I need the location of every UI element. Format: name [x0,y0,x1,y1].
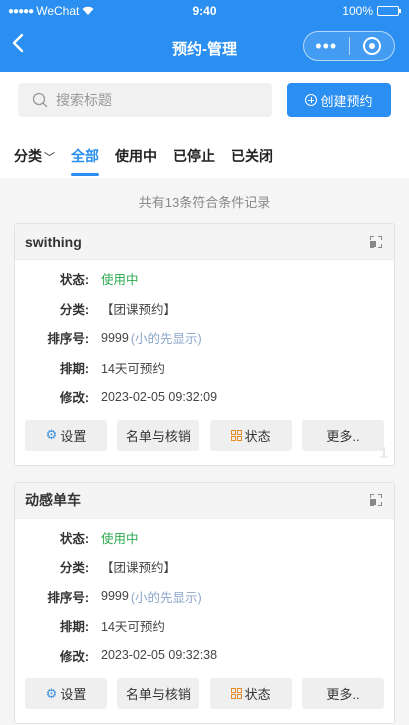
category-value: 【团课预约】 [101,561,177,576]
search-row: 创建预约 [18,82,391,118]
grid-icon [230,429,242,441]
battery-icon [377,6,401,16]
status-label: 状态: [59,273,89,288]
target-icon [362,37,381,55]
status-row: 状态: 使用中 [15,523,394,553]
tab-category-label: 分类 [14,148,42,164]
status-label: 状态: [59,531,89,546]
mini-program-capsule: ••• [303,31,395,61]
status-row: 状态: 使用中 [15,264,394,294]
category-row: 分类: 【团课预约】 [15,552,394,582]
create-button-label: 创建预约 [320,93,373,109]
more-button[interactable]: 更多.. [301,678,384,709]
reservation-card: 动感单车 状态: 使用中 分类: 【团课预约】 排序号: 9999 (小的先显示… [14,481,395,724]
modified-row: 修改: 2023-02-05 09:32:09 [15,382,394,412]
card-title: 动感单车 [25,492,81,508]
sort-value: 9999 [101,589,129,604]
ellipsis-icon: ••• [315,36,338,56]
sort-label: 排序号: [47,590,89,605]
card-info: 状态: 使用中 分类: 【团课预约】 排序号: 9999 (小的先显示) 排期:… [15,519,394,673]
status-bar: ●●●●● WeChat 9:40 100% [0,0,409,22]
schedule-row: 排期: 14天可预约 [15,353,394,383]
scan-icon[interactable] [370,494,382,506]
tab-closed[interactable]: 已关闭 [231,146,273,178]
category-row: 分类: 【团课预约】 [15,294,394,324]
top-area: 创建预约 分类﹀ 全部 使用中 已停止 已关闭 [0,72,409,178]
sort-value: 9999 [101,330,129,345]
gear-icon: ⚙ [45,685,58,701]
sort-hint: (小的先显示) [130,332,202,347]
modified-label: 修改: [59,649,89,664]
schedule-label: 排期: [59,361,89,376]
status-button[interactable]: 状态 [209,678,292,709]
search-input[interactable] [56,92,236,108]
modified-value: 2023-02-05 09:32:09 [101,389,218,404]
nav-bar: 预约-管理 ••• [0,22,409,72]
more-button[interactable]: 更多.. [301,419,384,451]
card-actions: ⚙ 设置 名单与核销 状态 更多.. [15,414,394,465]
settings-label: 设置 [60,687,87,702]
reservation-card: swithing 状态: 使用中 分类: 【团课预约】 排序号: 9999 (小… [14,223,395,466]
modified-row: 修改: 2023-02-05 09:32:38 [15,641,394,671]
sort-row: 排序号: 9999 (小的先显示) [15,323,394,353]
status-button-label: 状态 [244,687,271,702]
sort-label: 排序号: [47,332,89,347]
card-header: 动感单车 [15,482,394,519]
card-actions: ⚙ 设置 名单与核销 状态 更多.. [15,672,394,723]
status-value: 使用中 [101,273,139,288]
card-index: 1 [379,444,388,462]
schedule-label: 排期: [59,620,89,635]
sort-row: 排序号: 9999 (小的先显示) [15,582,394,612]
schedule-value: 14天可预约 [101,361,165,376]
more-menu-button[interactable]: ••• [304,37,349,55]
search-box[interactable] [18,83,272,117]
close-mini-program-button[interactable] [350,37,395,55]
tab-in-use[interactable]: 使用中 [115,146,157,178]
card-info: 状态: 使用中 分类: 【团课预约】 排序号: 9999 (小的先显示) 排期:… [15,260,394,414]
tab-stopped[interactable]: 已停止 [173,146,215,178]
sort-hint: (小的先显示) [130,590,202,605]
record-count: 共有13条符合条件记录 [138,195,271,210]
modified-value: 2023-02-05 09:32:38 [101,648,218,663]
category-label: 分类: [59,561,89,576]
list-verify-button[interactable]: 名单与核销 [117,419,200,451]
chevron-down-icon: ﹀ [44,152,55,164]
card-title: swithing [25,233,82,250]
status-button-label: 状态 [244,428,271,444]
grid-icon [230,688,242,699]
category-value: 【团课预约】 [101,302,177,317]
status-button[interactable]: 状态 [209,419,292,451]
settings-button[interactable]: ⚙ 设置 [25,678,107,709]
create-reservation-button[interactable]: 创建预约 [287,83,391,117]
modified-label: 修改: [59,391,89,406]
category-label: 分类: [59,302,89,317]
battery-percent: 100% [342,4,373,18]
tab-category[interactable]: 分类 ﹀ [14,146,55,178]
list-verify-button[interactable]: 名单与核销 [117,678,200,709]
filter-tabs: 分类 ﹀ 全部 使用中 已停止 已关闭 [14,118,391,178]
reservation-list: 共有13条符合条件记录 swithing 状态: 使用中 分类: 【团课预约】 … [0,178,409,725]
tab-all[interactable]: 全部 [71,146,99,178]
gear-icon: ⚙ [45,427,58,442]
settings-button[interactable]: ⚙ 设置 [25,419,107,451]
status-value: 使用中 [101,531,139,546]
search-icon [32,92,48,108]
plus-circle-icon [305,94,318,106]
scan-icon[interactable] [370,235,382,248]
schedule-value: 14天可预约 [101,620,165,635]
settings-label: 设置 [60,428,87,444]
card-header: swithing [15,224,394,260]
schedule-row: 排期: 14天可预约 [15,611,394,641]
